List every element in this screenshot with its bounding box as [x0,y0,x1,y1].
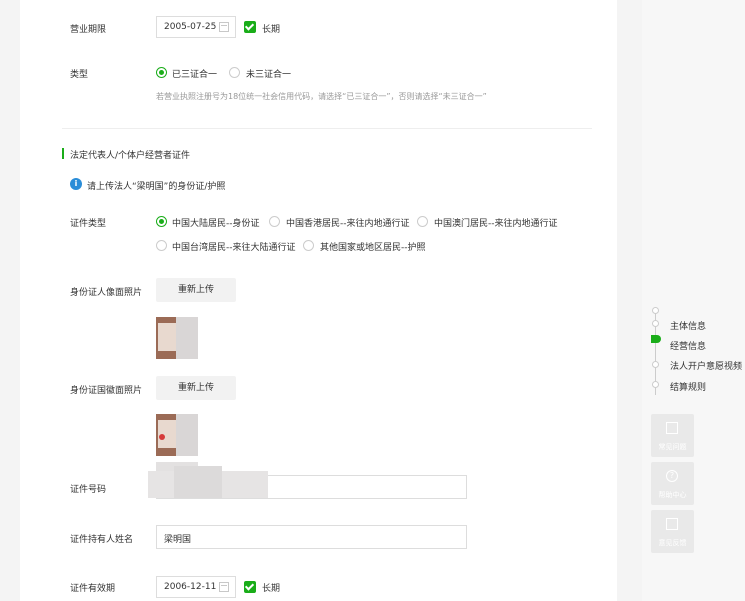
feedback-button[interactable]: 意见反馈 [651,510,694,553]
section-title: 法定代表人/个体户经营者证件 [70,151,191,161]
step-dot-3 [652,361,659,368]
front-photo-reupload-button[interactable]: 重新上传 [156,278,236,302]
step-business-info[interactable]: 经营信息 [670,339,706,352]
id-type-label: 证件类型 [70,219,107,229]
step-dot-2-active [651,335,661,343]
help-icon: ? [666,470,678,482]
back-photo-reupload-button[interactable]: 重新上传 [156,376,236,400]
front-photo-thumbnail[interactable] [156,317,198,359]
upload-notice: 请上传法人“梁明国”的身份证/护照 [87,182,226,192]
id-type-passport-radio[interactable] [303,240,314,251]
id-validity-long-term-label: 长期 [262,584,281,594]
id-type-mainland-radio[interactable] [156,216,167,227]
id-type-macau-label: 中国澳门居民--来往内地通行证 [434,219,558,229]
type-option-merged-label: 已三证合一 [172,70,218,80]
step-dot-1 [652,320,659,327]
type-label: 类型 [70,70,89,80]
id-type-taiwan-label: 中国台湾居民--来往大陆通行证 [172,243,296,253]
holder-name-value: 梁明国 [164,535,192,545]
id-number-redaction-dark [174,466,222,498]
id-type-mainland-label: 中国大陆居民--身份证 [172,219,260,229]
business-period-date-input[interactable]: 2005-07-25 [156,16,236,38]
calendar-icon[interactable] [219,582,229,592]
holder-name-input[interactable]: 梁明国 [156,525,467,549]
section-accent-bar [62,148,64,159]
help-center-button[interactable]: ? 帮助中心 [651,462,694,505]
front-photo-label: 身份证人像面照片 [70,288,143,298]
back-photo-label: 身份证国徽面照片 [70,386,143,396]
faq-label: 常见问题 [658,443,687,451]
business-period-long-term-checkbox[interactable] [244,21,256,33]
id-type-hongkong-label: 中国香港居民--来往内地通行证 [286,219,410,229]
type-option-not-merged-radio[interactable] [229,67,240,78]
step-main-info[interactable]: 主体信息 [670,319,706,332]
id-type-passport-label: 其他国家或地区居民--护照 [320,243,426,253]
type-hint: 若营业执照注册号为18位统一社会信用代码，请选择“已三证合一”，否则请选择“未三… [156,92,487,101]
id-number-label: 证件号码 [70,485,107,495]
id-type-taiwan-radio[interactable] [156,240,167,251]
holder-name-label: 证件持有人姓名 [70,535,134,545]
id-validity-date-value: 2006-12-11 [164,582,217,592]
business-period-date-value: 2005-07-25 [164,22,217,32]
calendar-icon[interactable] [219,22,229,32]
type-option-not-merged-label: 未三证合一 [246,70,292,80]
id-validity-long-term-checkbox[interactable] [244,581,256,593]
step-dot-4 [652,381,659,388]
help-center-label: 帮助中心 [658,491,687,499]
step-settlement-rules[interactable]: 结算规则 [670,380,706,393]
section-divider [62,128,592,129]
id-type-macau-radio[interactable] [417,216,428,227]
id-validity-date-input[interactable]: 2006-12-11 [156,576,236,598]
edit-icon [666,518,678,530]
type-option-merged-radio[interactable] [156,67,167,78]
step-legal-video[interactable]: 法人开户意愿视频 [670,359,742,372]
chat-icon [666,422,678,434]
step-start-dot [652,307,659,314]
business-period-long-term-label: 长期 [262,25,281,35]
id-validity-label: 证件有效期 [70,584,116,594]
feedback-label: 意见反馈 [658,539,687,547]
business-period-label: 营业期限 [70,25,107,35]
info-icon: i [70,178,82,190]
back-photo-thumbnail[interactable] [156,414,198,456]
faq-button[interactable]: 常见问题 [651,414,694,457]
id-type-hongkong-radio[interactable] [269,216,280,227]
